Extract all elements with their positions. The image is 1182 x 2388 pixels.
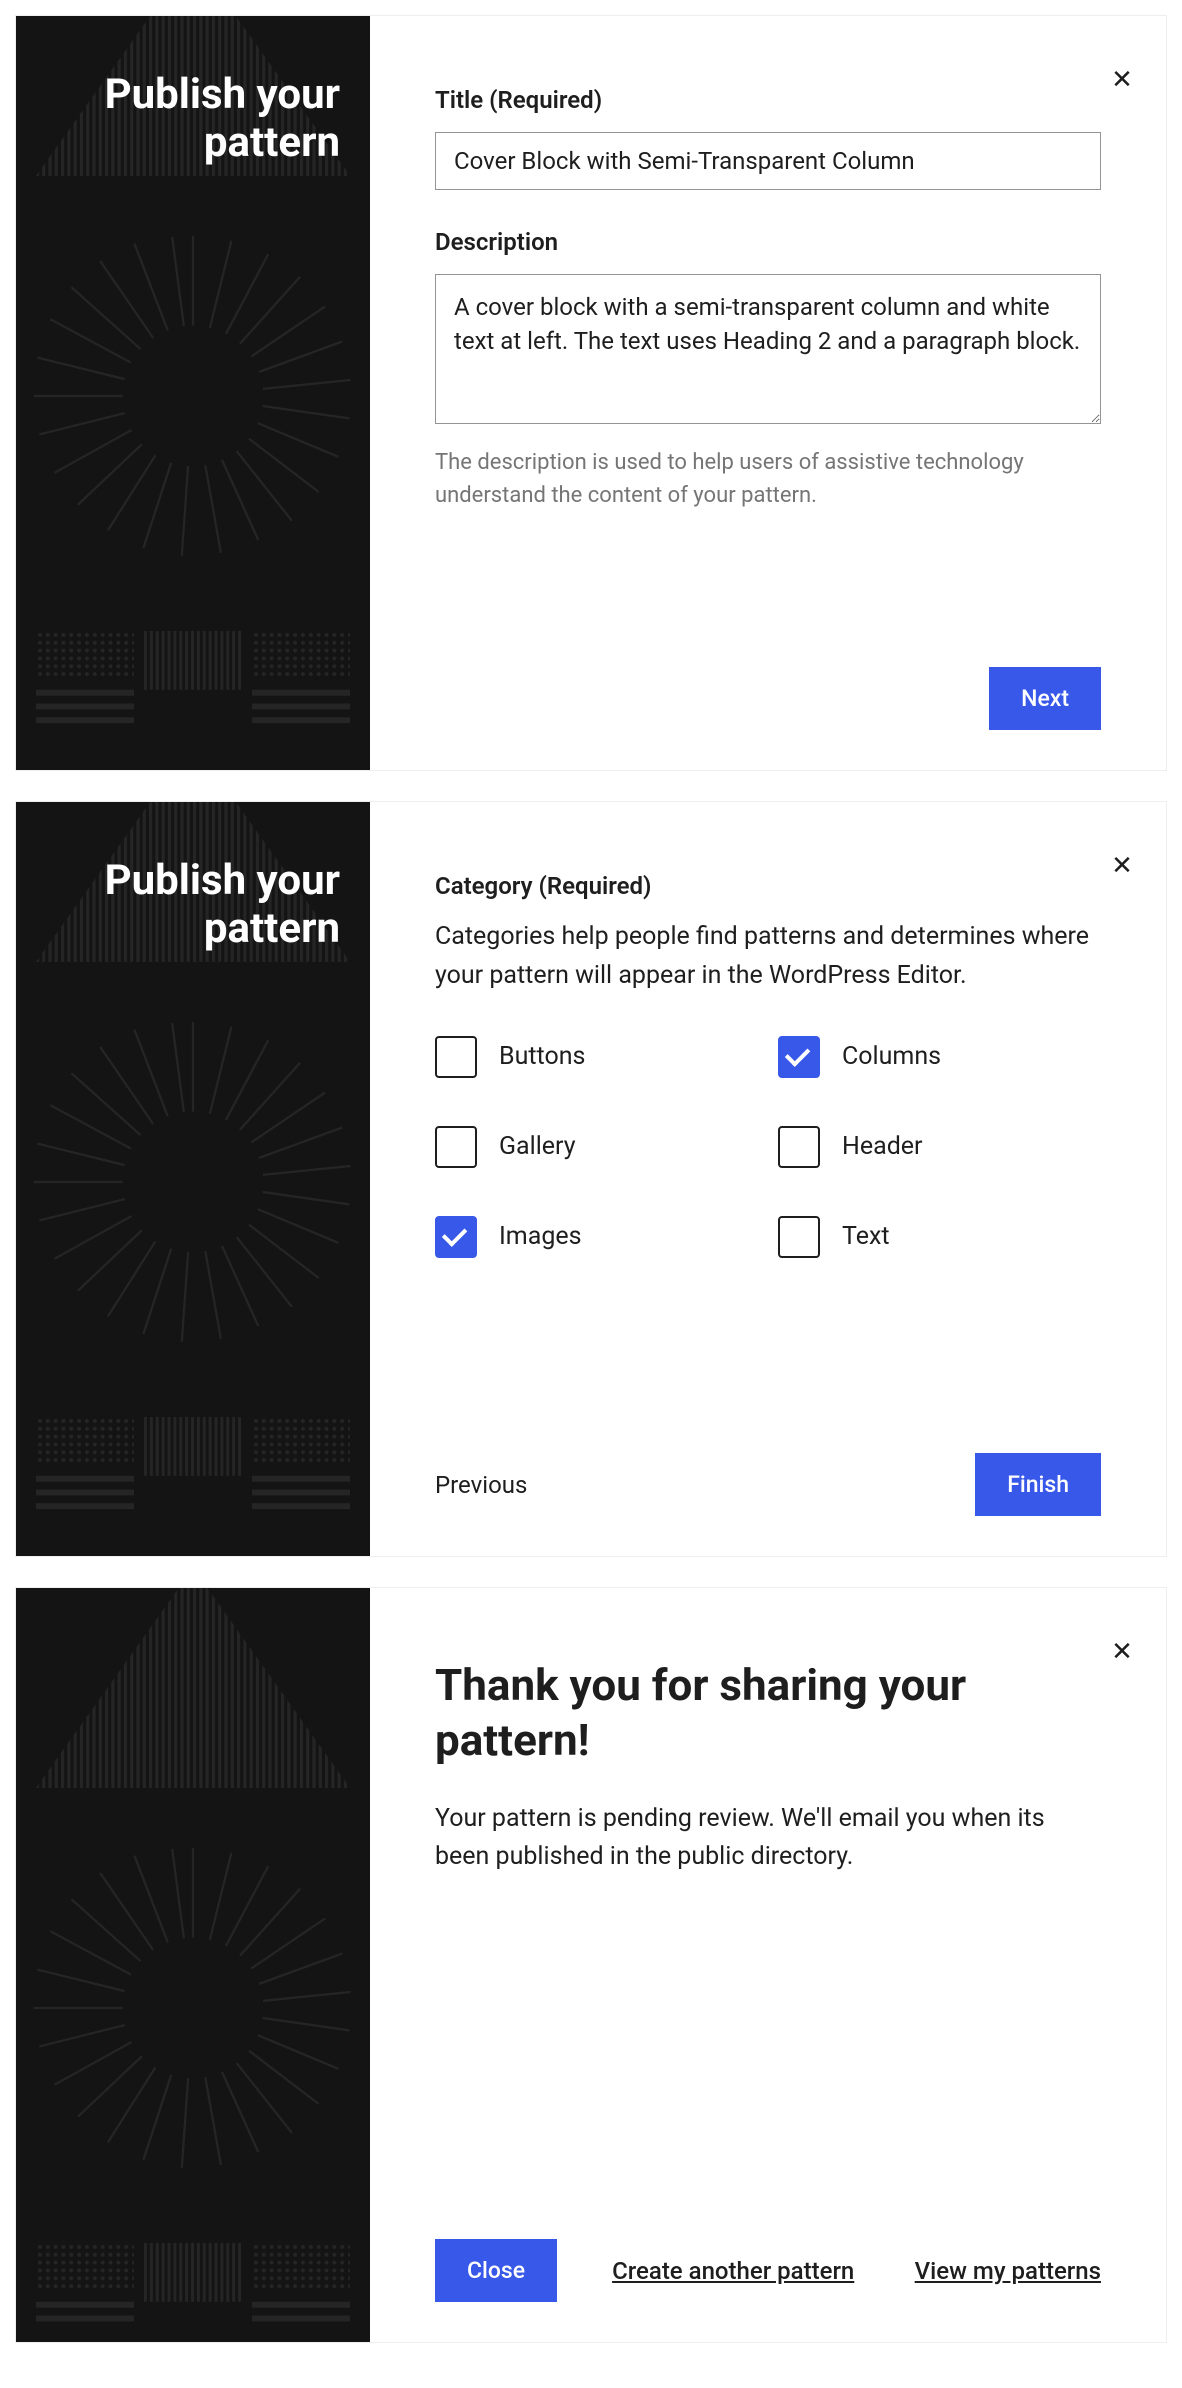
- decorative-triangle: [33, 1588, 353, 1788]
- category-helper: Categories help people find patterns and…: [435, 918, 1101, 996]
- thank-you-heading: Thank you for sharing your pattern!: [435, 1658, 1101, 1768]
- checkbox[interactable]: [778, 1036, 820, 1078]
- checkbox[interactable]: [778, 1216, 820, 1258]
- category-option-columns[interactable]: Columns: [778, 1036, 1101, 1078]
- modal-footer: Next: [435, 667, 1101, 730]
- description-helper: The description is used to help users of…: [435, 446, 1101, 512]
- finish-button[interactable]: Finish: [975, 1453, 1101, 1516]
- close-icon[interactable]: ✕: [1106, 64, 1138, 96]
- category-label: Gallery: [499, 1132, 576, 1161]
- title-label: Title (Required): [435, 86, 1101, 114]
- category-label: Text: [842, 1222, 890, 1251]
- title-input[interactable]: [435, 132, 1101, 190]
- modal-content: ✕ Thank you for sharing your pattern! Yo…: [370, 1588, 1166, 2342]
- category-option-images[interactable]: Images: [435, 1216, 758, 1258]
- modal-sidebar: Publish your pattern: [16, 16, 370, 770]
- category-label: Images: [499, 1222, 582, 1251]
- previous-button[interactable]: Previous: [435, 1471, 527, 1499]
- modal-sidebar: [16, 1588, 370, 2342]
- checkbox[interactable]: [435, 1216, 477, 1258]
- sidebar-title: Publish your pattern: [46, 857, 340, 954]
- publish-modal-step-2: Publish your pattern ✕ Category (Require…: [15, 801, 1167, 1557]
- decorative-squares: [36, 1391, 350, 1541]
- category-label: Category (Required): [435, 872, 1101, 900]
- decorative-sunburst: [33, 1848, 353, 2168]
- category-option-buttons[interactable]: Buttons: [435, 1036, 758, 1078]
- description-label: Description: [435, 228, 1101, 256]
- next-button[interactable]: Next: [989, 667, 1101, 730]
- category-label: Buttons: [499, 1042, 585, 1071]
- modal-footer: Close Create another pattern View my pat…: [435, 2239, 1101, 2302]
- close-icon[interactable]: ✕: [1106, 1636, 1138, 1668]
- publish-modal-step-1: Publish your pattern ✕ Title (Required) …: [15, 15, 1167, 771]
- modal-footer: Previous Finish: [435, 1453, 1101, 1516]
- category-label: Columns: [842, 1042, 941, 1071]
- view-patterns-link[interactable]: View my patterns: [915, 2257, 1101, 2285]
- category-label: Header: [842, 1132, 923, 1161]
- modal-content: ✕ Title (Required) Description A cover b…: [370, 16, 1166, 770]
- modal-sidebar: Publish your pattern: [16, 802, 370, 1556]
- checkbox[interactable]: [435, 1036, 477, 1078]
- checkbox[interactable]: [435, 1126, 477, 1168]
- publish-modal-step-3: ✕ Thank you for sharing your pattern! Yo…: [15, 1587, 1167, 2343]
- thank-you-body: Your pattern is pending review. We'll em…: [435, 1800, 1101, 1875]
- category-option-text[interactable]: Text: [778, 1216, 1101, 1258]
- category-list: Buttons Columns Gallery Header Images Text: [435, 1036, 1101, 1258]
- close-icon[interactable]: ✕: [1106, 850, 1138, 882]
- decorative-sunburst: [33, 1022, 353, 1342]
- category-option-header[interactable]: Header: [778, 1126, 1101, 1168]
- decorative-sunburst: [33, 236, 353, 556]
- description-textarea[interactable]: A cover block with a semi-transparent co…: [435, 274, 1101, 424]
- modal-content: ✕ Category (Required) Categories help pe…: [370, 802, 1166, 1556]
- create-another-link[interactable]: Create another pattern: [612, 2257, 854, 2285]
- sidebar-title: Publish your pattern: [46, 71, 340, 168]
- category-option-gallery[interactable]: Gallery: [435, 1126, 758, 1168]
- decorative-squares: [36, 2242, 350, 2342]
- decorative-squares: [36, 605, 350, 755]
- checkbox[interactable]: [778, 1126, 820, 1168]
- close-button[interactable]: Close: [435, 2239, 557, 2302]
